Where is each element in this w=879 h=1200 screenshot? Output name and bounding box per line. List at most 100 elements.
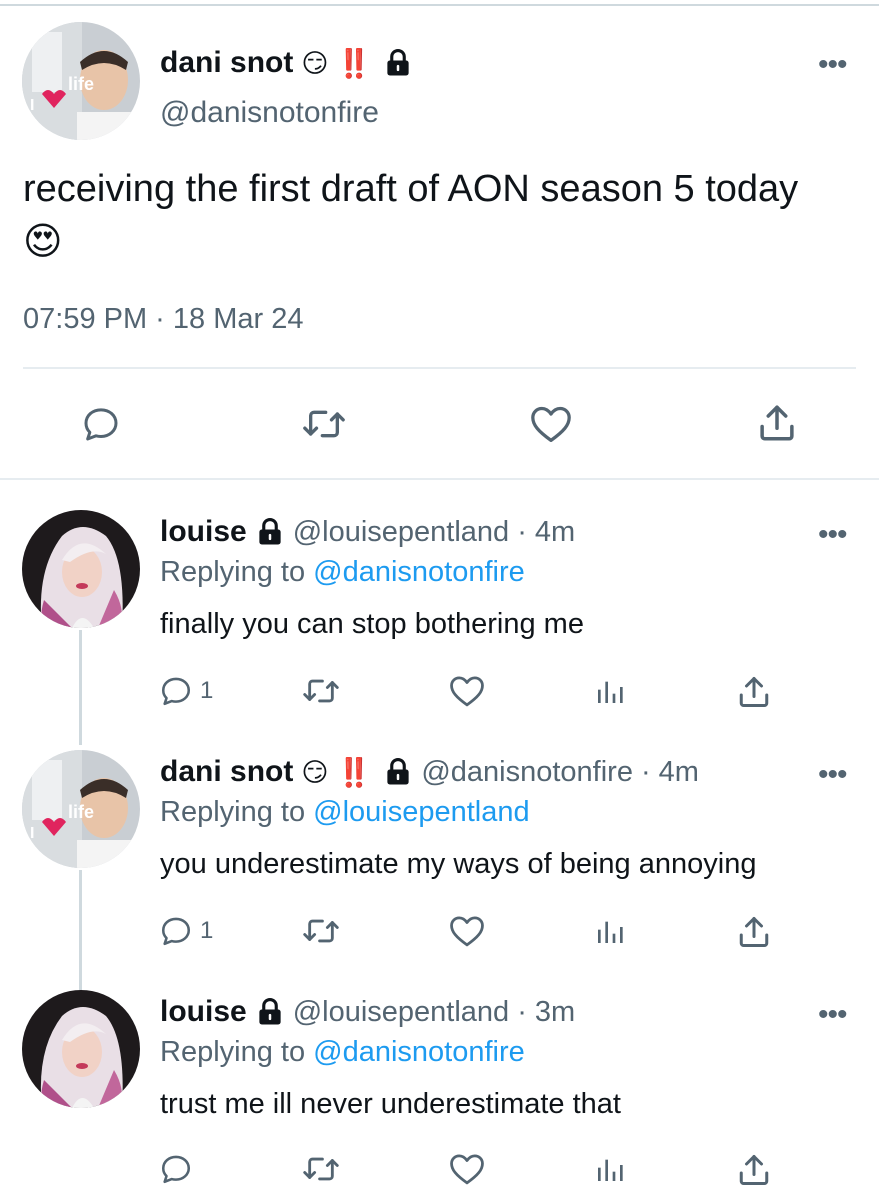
author-name[interactable]: dani snot bbox=[160, 46, 293, 80]
reply-button[interactable] bbox=[80, 404, 122, 444]
retweet-button[interactable] bbox=[300, 914, 342, 948]
analytics-icon bbox=[598, 681, 623, 703]
like-button[interactable] bbox=[448, 1152, 486, 1186]
divider bbox=[0, 478, 879, 480]
like-icon bbox=[450, 1154, 484, 1185]
like-icon bbox=[531, 406, 571, 442]
like-button[interactable] bbox=[528, 404, 574, 444]
reply-header: louise @louisepentland · 3m bbox=[160, 990, 575, 1034]
svg-text:life: life bbox=[68, 74, 94, 94]
reply-actions: 1 bbox=[158, 674, 798, 714]
tweet-body: receiving the first draft of AON season … bbox=[23, 168, 799, 210]
lock-icon bbox=[387, 48, 409, 76]
tweet-text: receiving the first draft of AON season … bbox=[23, 163, 843, 269]
author-name[interactable]: dani snot bbox=[160, 755, 293, 789]
replying-to-link[interactable]: @danisnotonfire bbox=[313, 1036, 525, 1068]
share-button[interactable] bbox=[736, 1152, 772, 1188]
like-icon bbox=[450, 676, 484, 707]
thread-line bbox=[79, 870, 82, 990]
reply-header: louise @louisepentland · 4m bbox=[160, 510, 575, 554]
reply-time: · 4m bbox=[517, 515, 576, 548]
reply-button[interactable]: 1 bbox=[158, 914, 213, 948]
analytics-button[interactable] bbox=[594, 674, 626, 708]
author-handle[interactable]: @danisnotonfire bbox=[421, 756, 633, 789]
avatar[interactable] bbox=[22, 990, 140, 1108]
more-options-icon[interactable]: ••• bbox=[818, 520, 847, 550]
double-exclamation-emoji: ‼️ bbox=[336, 47, 371, 79]
avatar-image: I life bbox=[22, 750, 140, 868]
analytics-icon bbox=[598, 1159, 623, 1181]
more-options-icon[interactable]: ••• bbox=[818, 1000, 847, 1030]
replying-prefix: Replying to bbox=[160, 796, 306, 828]
svg-text:life: life bbox=[68, 802, 94, 822]
reply-count: 1 bbox=[200, 917, 214, 944]
reply-button[interactable] bbox=[158, 1152, 200, 1186]
analytics-button[interactable] bbox=[594, 1152, 626, 1186]
double-exclamation-emoji: ‼️ bbox=[336, 756, 371, 788]
reply-actions bbox=[158, 1152, 798, 1192]
author-handle[interactable]: @louisepentland bbox=[293, 516, 509, 549]
retweet-icon bbox=[303, 919, 339, 943]
smirk-emoji: 😏 bbox=[301, 757, 329, 787]
thread-line bbox=[79, 630, 82, 745]
retweet-button[interactable] bbox=[300, 404, 348, 444]
reply-text: finally you can stop bothering me bbox=[160, 608, 584, 640]
reply-icon bbox=[161, 917, 191, 946]
svg-text:I: I bbox=[30, 97, 34, 114]
lock-icon bbox=[387, 757, 409, 785]
like-button[interactable] bbox=[448, 914, 486, 948]
avatar-image bbox=[22, 990, 140, 1108]
replying-prefix: Replying to bbox=[160, 1036, 306, 1068]
author-handle[interactable]: @louisepentland bbox=[293, 996, 509, 1029]
avatar[interactable]: I life bbox=[22, 750, 140, 868]
retweet-icon bbox=[303, 410, 345, 438]
lock-icon bbox=[259, 997, 281, 1025]
share-icon bbox=[739, 677, 769, 707]
analytics-button[interactable] bbox=[594, 914, 626, 948]
share-icon bbox=[739, 917, 769, 947]
retweet-icon bbox=[303, 679, 339, 703]
replying-prefix: Replying to bbox=[160, 556, 306, 588]
author-name[interactable]: louise bbox=[160, 995, 247, 1029]
smirk-emoji: 😏 bbox=[301, 48, 329, 78]
avatar[interactable]: I life bbox=[22, 22, 140, 140]
author-name[interactable]: louise bbox=[160, 515, 247, 549]
share-button[interactable] bbox=[736, 914, 772, 950]
share-icon bbox=[760, 405, 794, 441]
like-button[interactable] bbox=[448, 674, 486, 708]
divider bbox=[23, 367, 856, 369]
share-button[interactable] bbox=[736, 674, 772, 710]
lock-icon bbox=[259, 517, 281, 545]
replying-to: Replying to @louisepentland bbox=[160, 796, 530, 829]
retweet-icon bbox=[303, 1157, 339, 1181]
reply-icon bbox=[161, 677, 191, 706]
retweet-button[interactable] bbox=[300, 1152, 342, 1186]
tweet-timestamp[interactable]: 07:59 PM · 18 Mar 24 bbox=[23, 303, 303, 336]
retweet-button[interactable] bbox=[300, 674, 342, 708]
reply-time: · 3m bbox=[517, 995, 576, 1028]
like-icon bbox=[450, 916, 484, 947]
reply-text: you underestimate my ways of being annoy… bbox=[160, 848, 757, 880]
share-icon bbox=[739, 1155, 769, 1185]
heart-eyes-emoji: 😍 bbox=[23, 221, 63, 263]
reply-count: 1 bbox=[200, 677, 214, 704]
avatar-image bbox=[22, 510, 140, 628]
replying-to-link[interactable]: @danisnotonfire bbox=[313, 556, 525, 588]
analytics-icon bbox=[598, 921, 623, 943]
author-row: dani snot 😏 ‼️ bbox=[160, 43, 413, 83]
replying-to: Replying to @danisnotonfire bbox=[160, 556, 525, 589]
reply-icon bbox=[84, 408, 118, 441]
replying-to-link[interactable]: @louisepentland bbox=[313, 796, 529, 828]
avatar-image: I life bbox=[22, 22, 140, 140]
reply-header: dani snot 😏 ‼️ @danisnotonfire · 4m bbox=[160, 750, 699, 794]
author-handle[interactable]: @danisnotonfire bbox=[160, 96, 379, 130]
reply-time: · 4m bbox=[640, 755, 699, 788]
reply-actions: 1 bbox=[158, 914, 798, 954]
reply-text: trust me ill never underestimate that bbox=[160, 1088, 621, 1120]
more-options-icon[interactable]: ••• bbox=[818, 760, 847, 790]
share-button[interactable] bbox=[756, 402, 798, 444]
replying-to: Replying to @danisnotonfire bbox=[160, 1036, 525, 1069]
avatar[interactable] bbox=[22, 510, 140, 628]
more-options-icon[interactable]: ••• bbox=[818, 50, 847, 80]
reply-button[interactable]: 1 bbox=[158, 674, 213, 708]
